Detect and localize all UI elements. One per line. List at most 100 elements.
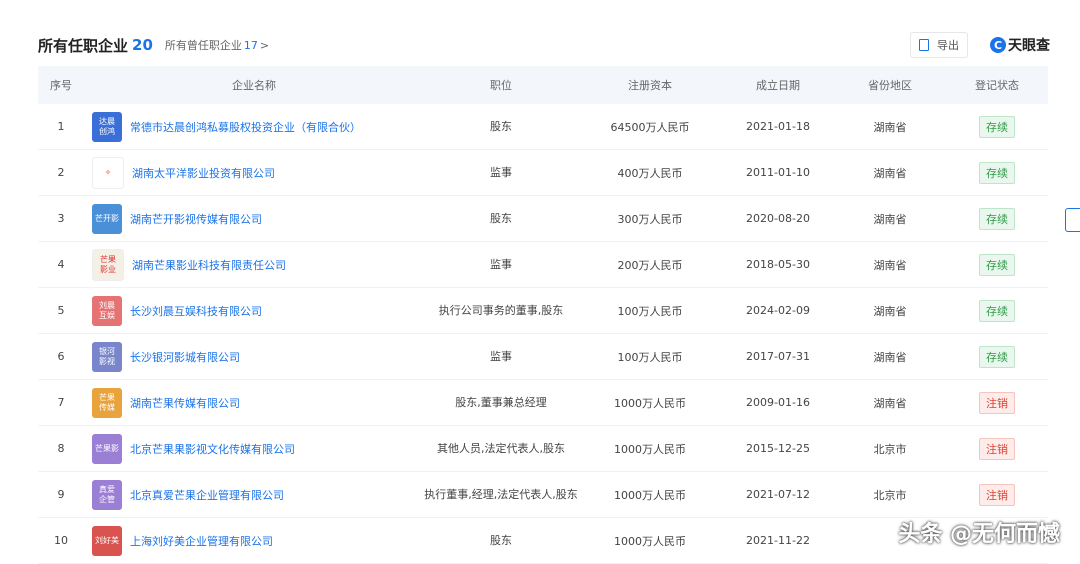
position-cell: 执行公司事务的董事,股东 [438, 304, 564, 317]
company-name-link[interactable]: 长沙银河影城有限公司 [130, 349, 240, 365]
company-logo[interactable]: 芒果影 [92, 433, 122, 464]
status-cell: 注销 [946, 437, 1048, 460]
province-cell: 湖南省 [873, 166, 907, 180]
past-companies-link[interactable]: 所有曾任职企业 [165, 37, 242, 53]
status-badge: 存续 [979, 299, 1015, 322]
company-name-link[interactable]: 北京芒果果影视文化传媒有限公司 [130, 441, 295, 457]
company-logo[interactable]: 达晨 创鸿 [92, 111, 122, 142]
status-cell: 存续 [946, 345, 1048, 368]
company-name-link[interactable]: 湖南芒果传媒有限公司 [130, 395, 240, 411]
table-row[interactable]: 4 芒果 影业 湖南芒果影业科技有限责任公司 监事 200万人民币 2018-05-30 湖… [38, 242, 1048, 288]
status-cell: 存续 [946, 253, 1048, 276]
table-row[interactable]: 10 刘好美 上海刘好美企业管理有限公司 股东 1000万人民币 2021-11-22 [38, 518, 1048, 564]
status-cell: 存续 [946, 207, 1048, 230]
company-logo[interactable]: 芒开影 [92, 203, 122, 234]
status-badge: 存续 [979, 253, 1015, 276]
capital-cell: 300万人民币 [617, 212, 683, 226]
capital-cell: 100万人民币 [617, 350, 683, 364]
chevron-right-icon[interactable]: > [260, 39, 269, 52]
capital-cell: 1000万人民币 [614, 396, 686, 410]
row-number: 3 [57, 212, 65, 225]
row-number: 7 [57, 396, 65, 409]
export-label: 导出 [937, 39, 959, 52]
table-row[interactable]: 5 刘晨 互娱 长沙刘晨互娱科技有限公司 执行公司事务的董事,股东 100万人民币 202… [38, 288, 1048, 334]
position-cell: 股东 [490, 212, 512, 225]
status-badge: 注销 [979, 437, 1015, 460]
row-number: 10 [54, 534, 68, 547]
province-cell: 湖南省 [873, 258, 907, 272]
section-title: 所有任职企业 [38, 36, 129, 55]
row-number: 4 [57, 258, 65, 271]
row-number: 6 [57, 350, 65, 363]
position-cell: 股东 [490, 120, 512, 133]
company-logo[interactable]: 刘好美 [92, 525, 122, 556]
province-cell: 湖南省 [873, 120, 907, 134]
date-cell: 2011-01-10 [746, 166, 810, 179]
status-cell: 注销 [946, 483, 1048, 506]
province-cell: 湖南省 [873, 304, 907, 318]
company-logo[interactable]: 芒果 影业 [92, 248, 124, 281]
table-row[interactable]: 8 芒果影 北京芒果果影视文化传媒有限公司 其他人员,法定代表人,股东 1000万人民币… [38, 426, 1048, 472]
company-logo[interactable]: 芒果 传媒 [92, 387, 122, 418]
province-cell: 湖南省 [873, 396, 907, 410]
company-name-link[interactable]: 常德市达晨创鸿私募股权投资企业（有限合伙） [130, 119, 361, 135]
date-cell: 2021-01-18 [746, 120, 810, 133]
date-cell: 2015-12-25 [746, 442, 810, 455]
province-cell: 北京市 [873, 488, 907, 502]
position-cell: 股东 [490, 534, 512, 547]
table-row[interactable]: 2 ✧ 湖南太平洋影业投资有限公司 监事 400万人民币 2011-01-10 湖南省 存续 [38, 150, 1048, 196]
table-row[interactable]: 1 达晨 创鸿 常德市达晨创鸿私募股权投资企业（有限合伙） 股东 64500万人民币 20… [38, 104, 1048, 150]
company-logo[interactable]: 刘晨 互娱 [92, 295, 122, 326]
company-logo[interactable]: ✧ [92, 156, 124, 189]
brand-logo: C 天眼查 [990, 35, 1050, 55]
side-feedback-tab[interactable] [1065, 208, 1080, 232]
province-cell: 湖南省 [873, 212, 907, 226]
date-cell: 2021-07-12 [746, 488, 810, 501]
status-badge: 存续 [979, 345, 1015, 368]
company-name-link[interactable]: 长沙刘晨互娱科技有限公司 [130, 303, 262, 319]
company-name-link[interactable]: 上海刘好美企业管理有限公司 [130, 533, 273, 549]
table-row[interactable]: 6 银河 影视 长沙银河影城有限公司 监事 100万人民币 2017-07-31 湖南省 存续 [38, 334, 1048, 380]
past-companies-count[interactable]: 17 [244, 39, 258, 52]
company-cell: 真爱 企管 北京真爱芒果企业管理有限公司 [84, 479, 424, 510]
company-name-link[interactable]: 北京真爱芒果企业管理有限公司 [130, 487, 284, 503]
export-button[interactable]: 导出 [910, 32, 968, 58]
status-badge: 存续 [979, 161, 1015, 184]
section-count: 20 [132, 36, 153, 54]
capital-cell: 64500万人民币 [610, 120, 690, 134]
company-name-link[interactable]: 湖南太平洋影业投资有限公司 [132, 165, 275, 181]
section-header: 所有任职企业 20 所有曾任职企业 17 > 导出 C 天眼查 [38, 30, 1050, 60]
company-logo[interactable]: 银河 影视 [92, 341, 122, 372]
table-body: 1 达晨 创鸿 常德市达晨创鸿私募股权投资企业（有限合伙） 股东 64500万人民币 20… [38, 104, 1048, 564]
column-header-no: 序号 [50, 79, 72, 92]
company-cell: 芒果 影业 湖南芒果影业科技有限责任公司 [84, 248, 424, 281]
date-cell: 2009-01-16 [746, 396, 810, 409]
table-row[interactable]: 7 芒果 传媒 湖南芒果传媒有限公司 股东,董事兼总经理 1000万人民币 2009-01… [38, 380, 1048, 426]
date-cell: 2020-08-20 [746, 212, 810, 225]
column-header-position: 职位 [490, 79, 512, 92]
status-badge: 注销 [979, 391, 1015, 414]
table-row[interactable]: 3 芒开影 湖南芒开影视传媒有限公司 股东 300万人民币 2020-08-20 湖南省 存续 [38, 196, 1048, 242]
company-cell: ✧ 湖南太平洋影业投资有限公司 [84, 156, 424, 189]
capital-cell: 1000万人民币 [614, 442, 686, 456]
column-header-date[interactable]: 成立日期 [722, 77, 834, 93]
position-cell: 股东,董事兼总经理 [455, 396, 547, 409]
company-logo[interactable]: 真爱 企管 [92, 479, 122, 510]
row-number: 1 [57, 120, 65, 133]
status-cell: 存续 [946, 161, 1048, 184]
company-cell: 芒果 传媒 湖南芒果传媒有限公司 [84, 387, 424, 418]
company-cell: 达晨 创鸿 常德市达晨创鸿私募股权投资企业（有限合伙） [84, 111, 424, 142]
company-name-link[interactable]: 湖南芒果影业科技有限责任公司 [132, 257, 286, 273]
status-cell: 存续 [946, 115, 1048, 138]
column-header-capital[interactable]: 注册资本 [578, 77, 722, 93]
capital-cell: 1000万人民币 [614, 534, 686, 548]
column-header-status: 登记状态 [975, 79, 1019, 92]
brand-text: 天眼查 [1008, 38, 1050, 54]
date-cell: 2021-11-22 [746, 534, 810, 547]
column-header-name[interactable]: 企业名称 [84, 77, 424, 93]
table-row[interactable]: 9 真爱 企管 北京真爱芒果企业管理有限公司 执行董事,经理,法定代表人,股东 1000… [38, 472, 1048, 518]
company-name-link[interactable]: 湖南芒开影视传媒有限公司 [130, 211, 262, 227]
status-cell: 存续 [946, 299, 1048, 322]
capital-cell: 100万人民币 [617, 304, 683, 318]
date-cell: 2024-02-09 [746, 304, 810, 317]
